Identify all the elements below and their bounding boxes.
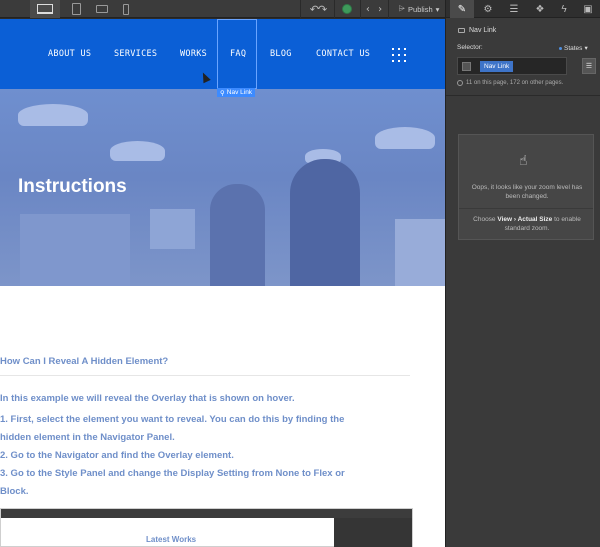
mobile-landscape-view-button[interactable] <box>94 0 110 18</box>
selected-element-outline <box>217 19 257 89</box>
nav-link-contact-us[interactable]: CONTACT US <box>316 49 370 59</box>
embedded-panel <box>334 518 412 547</box>
code-export-button[interactable]: ‹ › <box>364 0 384 18</box>
faq-answer-step[interactable]: hidden element in the Navigator Panel. <box>0 432 175 443</box>
nav-link-blog[interactable]: BLOG <box>270 49 292 59</box>
tab-style[interactable]: ✎ <box>450 0 474 18</box>
hero-title[interactable]: Instructions <box>18 176 127 198</box>
mobile-portrait-icon <box>123 3 129 15</box>
divider <box>0 375 410 376</box>
navbar[interactable]: ABOUT US SERVICES WORKS FAQ BLOG CONTACT… <box>0 19 445 89</box>
embedded-title: Latest Works <box>146 535 197 544</box>
pendant-lamp-image <box>375 127 435 149</box>
element-type-icon <box>462 62 471 71</box>
selector-menu-button[interactable]: ☰ <box>582 58 596 74</box>
link-block-icon <box>458 27 465 33</box>
site-status-button[interactable] <box>340 0 354 18</box>
toolbar-divider <box>360 0 361 18</box>
selected-element-tag-label: Nav Link <box>226 89 253 96</box>
panel-divider <box>446 95 600 96</box>
selector-usage-info: 11 on this page, 172 on other pages. <box>457 80 563 86</box>
person-silhouette-image <box>290 159 360 286</box>
zoom-card-divider <box>459 208 593 209</box>
faq-answer-step[interactable]: 1. First, select the element you want to… <box>0 414 344 425</box>
faq-answer-step[interactable]: 3. Go to the Style Panel and change the … <box>0 468 345 479</box>
faq-question-heading[interactable]: How Can I Reveal A Hidden Element? <box>0 356 168 367</box>
pendant-lamp-image <box>110 141 165 161</box>
list-icon: ☰ <box>585 63 593 70</box>
selector-label: Selector: <box>457 44 483 51</box>
chevron-down-icon: ▾ <box>584 45 588 52</box>
embedded-screenshot[interactable]: Latest Works <box>0 508 413 547</box>
nav-link-works[interactable]: WORKS <box>180 49 207 59</box>
desktop-icon <box>37 4 53 14</box>
brush-icon: ✎ <box>457 3 467 15</box>
mobile-portrait-view-button[interactable] <box>119 0 133 18</box>
zoom-hint: Choose View › Actual Size to enable stan… <box>465 215 589 233</box>
desk-image <box>20 214 130 286</box>
globe-icon <box>342 4 352 14</box>
toolbar-divider <box>388 0 389 18</box>
designer-window: ↶↷ ‹ › ⩥ Publish ▾ ABOUT US SERVICES WOR… <box>0 0 600 547</box>
states-dropdown[interactable]: States ▾ <box>559 44 588 52</box>
navigator-icon: ☰ <box>509 3 519 15</box>
person-silhouette-image <box>210 184 265 286</box>
nav-link-services[interactable]: SERVICES <box>114 49 157 59</box>
chevron-down-icon: ▾ <box>435 4 440 14</box>
toolbar-divider <box>334 0 335 18</box>
menu-grid-icon[interactable] <box>392 48 406 62</box>
top-toolbar: ↶↷ ‹ › ⩥ Publish ▾ <box>0 0 445 18</box>
link-icon: ⚲ <box>220 89 225 97</box>
selected-element-tag[interactable]: ⚲ Nav Link <box>217 88 256 97</box>
panel-tabs: ✎ ⚙ ☰ ❖ ϟ ▣ <box>446 0 600 18</box>
mouse-cursor-icon <box>199 70 211 84</box>
states-label: States <box>564 44 583 52</box>
element-name: Nav Link <box>469 26 497 34</box>
tab-symbols[interactable]: ❖ <box>528 0 552 18</box>
zoom-hint-path: View › Actual Size <box>497 216 553 223</box>
pendant-lamp-image <box>18 104 88 126</box>
element-header: Nav Link <box>446 22 600 38</box>
drops-icon: ❖ <box>535 3 545 15</box>
tab-navigator[interactable]: ☰ <box>502 0 526 18</box>
nav-link-about-us[interactable]: ABOUT US <box>48 49 91 59</box>
publish-label: Publish <box>408 4 433 14</box>
tablet-view-button[interactable] <box>68 0 84 18</box>
states-dot-icon <box>559 46 562 50</box>
faq-answer-step[interactable]: 2. Go to the Navigator and find the Over… <box>0 450 234 461</box>
desktop-view-button[interactable] <box>30 0 60 18</box>
tablet-icon <box>71 3 81 15</box>
monitor-image <box>150 209 195 249</box>
hero-section[interactable]: Instructions <box>0 89 445 286</box>
tab-interactions[interactable]: ϟ <box>552 0 576 18</box>
mobile-landscape-icon <box>96 5 108 13</box>
publish-button[interactable]: ⩥ Publish ▾ <box>394 0 444 18</box>
tab-settings[interactable]: ⚙ <box>476 0 500 18</box>
zoom-warning-message: Oops, it looks like your zoom level has … <box>471 184 583 200</box>
faq-answer-step[interactable]: Block. <box>0 486 29 497</box>
lightning-icon: ϟ <box>561 3 567 15</box>
zoom-hint-prefix: Choose <box>473 216 498 223</box>
design-canvas[interactable]: ABOUT US SERVICES WORKS FAQ BLOG CONTACT… <box>0 19 445 547</box>
info-icon <box>457 80 463 86</box>
publish-icon: ⩥ <box>398 4 406 13</box>
selector-usage-text: 11 on this page, 172 on other pages. <box>466 80 564 86</box>
zoom-warning-card: ☝ Oops, it looks like your zoom level ha… <box>458 134 594 240</box>
pointer-hand-icon: ☝ <box>519 152 528 168</box>
monitor-image <box>395 219 445 286</box>
embedded-toolbar <box>1 509 412 518</box>
gear-icon: ⚙ <box>483 3 493 15</box>
selector-class-chip[interactable]: Nav Link <box>480 61 514 72</box>
style-panel: ✎ ⚙ ☰ ❖ ϟ ▣ Nav Link Selector: States ▾ … <box>445 0 600 547</box>
faq-answer-lead[interactable]: In this example we will reveal the Overl… <box>0 393 295 404</box>
assets-icon: ▣ <box>583 3 593 15</box>
undo-redo-buttons[interactable]: ↶↷ <box>306 0 330 18</box>
selector-field[interactable]: Nav Link <box>457 57 567 75</box>
tab-assets[interactable]: ▣ <box>576 0 600 18</box>
toolbar-divider <box>300 0 301 18</box>
